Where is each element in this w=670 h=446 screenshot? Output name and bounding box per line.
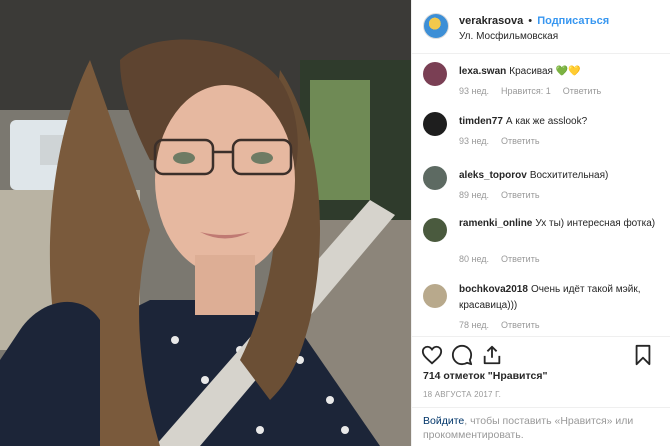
post-actions: 714 отметок "Нравится" 18 АВГУСТА 2017 Г… xyxy=(412,336,670,446)
comment-username[interactable]: lexa.swan xyxy=(459,66,506,77)
comment-body: bochkova2018 Очень идёт такой мэйк, краса… xyxy=(459,282,659,314)
selfie-image xyxy=(0,0,411,446)
reply-button[interactable]: Ответить xyxy=(501,320,539,330)
comments-list[interactable]: lexa.swan Красивая 💚💛 93 нед. Нравится: 1 О… xyxy=(412,54,670,336)
comment-meta: 80 нед. Ответить xyxy=(459,254,552,264)
comment-username[interactable]: bochkova2018 xyxy=(459,284,528,295)
comment-body: lexa.swan Красивая 💚💛 xyxy=(459,64,659,80)
separator-dot: • xyxy=(528,15,533,27)
reply-button[interactable]: Ответить xyxy=(501,254,539,264)
follow-button[interactable]: Подписаться xyxy=(537,15,609,27)
comment-button[interactable] xyxy=(451,344,473,366)
author-avatar[interactable] xyxy=(423,13,449,39)
comment-age: 89 нед. xyxy=(459,190,490,200)
post-date: 18 АВГУСТА 2017 Г. xyxy=(423,390,502,399)
login-prompt: Войдите, чтобы поставить «Нравится» или … xyxy=(412,407,670,446)
comment-meta: 78 нед. Ответить xyxy=(459,320,552,330)
comment-age: 93 нед. xyxy=(459,86,490,96)
comment-text: Восхитительная) xyxy=(529,170,609,181)
share-button[interactable] xyxy=(481,344,503,366)
post-side-panel: verakrasova • Подписаться Ул. Мосфильмов… xyxy=(411,0,670,446)
comment-avatar[interactable] xyxy=(423,284,447,308)
likes-count[interactable]: 714 отметок "Нравится" xyxy=(423,370,547,382)
comment-meta: 93 нед. Нравится: 1 Ответить xyxy=(459,86,613,96)
comment-username[interactable]: aleks_toporov xyxy=(459,170,527,181)
comment-text: Красивая 💚💛 xyxy=(509,66,581,77)
post-header: verakrasova • Подписаться Ул. Мосфильмов… xyxy=(412,0,670,54)
comment-meta: 93 нед. Ответить xyxy=(459,136,552,146)
comment-avatar[interactable] xyxy=(423,218,447,242)
comment-age: 80 нед. xyxy=(459,254,490,264)
comment-avatar[interactable] xyxy=(423,62,447,86)
comment-body: aleks_toporov Восхитительная) xyxy=(459,168,659,184)
speech-bubble-icon xyxy=(451,344,473,366)
save-button[interactable] xyxy=(632,344,654,366)
login-link[interactable]: Войдите xyxy=(423,415,464,427)
comment-avatar[interactable] xyxy=(423,112,447,136)
author-line: verakrasova • Подписаться xyxy=(459,15,609,27)
reply-button[interactable]: Ответить xyxy=(501,136,539,146)
bookmark-icon xyxy=(635,344,651,366)
comment-body: ramenki_online Ух ты) интересная фотка) xyxy=(459,216,659,232)
author-username[interactable]: verakrasova xyxy=(459,15,523,27)
post-location[interactable]: Ул. Мосфильмовская xyxy=(459,31,558,42)
comment-body: timden77 А как же asslook? xyxy=(459,114,659,130)
post-photo[interactable] xyxy=(0,0,411,446)
comment-age: 78 нед. xyxy=(459,320,490,330)
comment-likes[interactable]: Нравится: 1 xyxy=(501,86,551,96)
comment-avatar[interactable] xyxy=(423,166,447,190)
reply-button[interactable]: Ответить xyxy=(563,86,601,96)
comment-age: 93 нед. xyxy=(459,136,490,146)
share-icon xyxy=(483,345,501,365)
comment-username[interactable]: ramenki_online xyxy=(459,218,532,229)
reply-button[interactable]: Ответить xyxy=(501,190,539,200)
like-button[interactable] xyxy=(421,344,443,366)
heart-icon xyxy=(421,345,443,365)
comment-text: Ух ты) интересная фотка) xyxy=(535,218,656,229)
comment-username[interactable]: timden77 xyxy=(459,116,503,127)
comment-meta: 89 нед. Ответить xyxy=(459,190,552,200)
comment-text: А как же asslook? xyxy=(505,116,588,127)
